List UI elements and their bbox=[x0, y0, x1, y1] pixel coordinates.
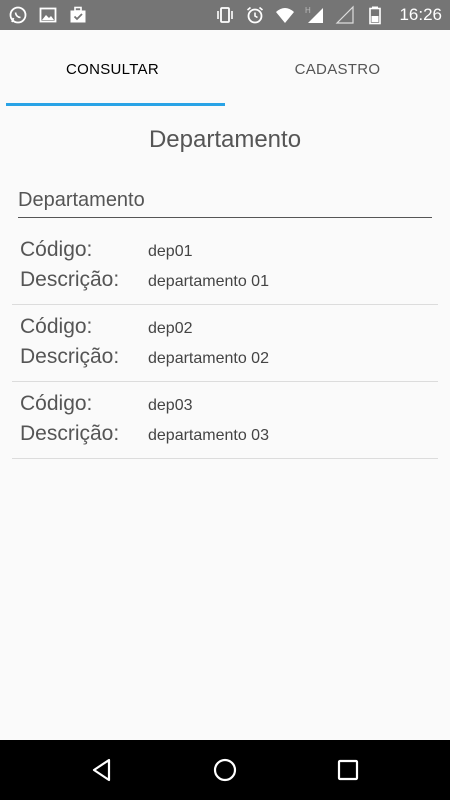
image-icon bbox=[38, 5, 58, 25]
navigation-bar bbox=[0, 740, 450, 800]
app-screen: H 16:26 CONSULTAR CADASTRO Departamento … bbox=[0, 0, 450, 800]
description-row: Descrição: departamento 02 bbox=[20, 345, 269, 369]
wifi-icon bbox=[275, 5, 295, 25]
code-value: dep03 bbox=[148, 397, 193, 414]
code-label: Código: bbox=[20, 238, 93, 261]
description-label: Descrição: bbox=[20, 345, 120, 368]
search-input[interactable] bbox=[18, 184, 432, 218]
home-button[interactable] bbox=[205, 750, 245, 790]
status-bar: H 16:26 bbox=[0, 0, 450, 30]
alarm-icon bbox=[245, 5, 265, 25]
code-row: Código: dep03 bbox=[20, 392, 193, 416]
description-value: departamento 02 bbox=[148, 350, 269, 367]
briefcase-check-icon bbox=[68, 5, 88, 25]
vibrate-icon bbox=[215, 5, 235, 25]
tab-cadastro[interactable]: CADASTRO bbox=[225, 30, 450, 108]
description-value: departamento 01 bbox=[148, 273, 269, 290]
list-item[interactable]: Código: dep01 Descrição: departamento 01 bbox=[12, 228, 438, 305]
tab-consultar-label: CONSULTAR bbox=[66, 60, 159, 78]
code-row: Código: dep01 bbox=[20, 238, 193, 262]
active-tab-indicator bbox=[6, 103, 225, 106]
system-icons: H 16:26 bbox=[215, 5, 442, 25]
code-label: Código: bbox=[20, 392, 93, 415]
description-label: Descrição: bbox=[20, 422, 120, 445]
description-row: Descrição: departamento 03 bbox=[20, 422, 269, 446]
battery-icon bbox=[365, 5, 385, 25]
signal-h-icon: H bbox=[305, 5, 325, 25]
description-row: Descrição: departamento 01 bbox=[20, 268, 269, 292]
list-item[interactable]: Código: dep02 Descrição: departamento 02 bbox=[12, 305, 438, 382]
list-item[interactable]: Código: dep03 Descrição: departamento 03 bbox=[12, 382, 438, 459]
back-button[interactable] bbox=[82, 750, 122, 790]
home-icon bbox=[213, 758, 237, 782]
code-value: dep01 bbox=[148, 243, 193, 260]
code-row: Código: dep02 bbox=[20, 315, 193, 339]
tab-bar: CONSULTAR CADASTRO bbox=[0, 30, 450, 108]
department-list: Código: dep01 Descrição: departamento 01… bbox=[12, 228, 438, 459]
svg-text:H: H bbox=[305, 6, 311, 15]
page-title: Departamento bbox=[148, 126, 302, 153]
code-label: Código: bbox=[20, 315, 93, 338]
notification-icons bbox=[8, 5, 88, 25]
recents-icon bbox=[338, 759, 359, 781]
code-value: dep02 bbox=[148, 320, 193, 337]
recents-button[interactable] bbox=[328, 750, 368, 790]
status-time: 16:26 bbox=[399, 5, 442, 24]
tab-cadastro-label: CADASTRO bbox=[294, 60, 381, 78]
description-label: Descrição: bbox=[20, 268, 120, 291]
tab-consultar[interactable]: CONSULTAR bbox=[0, 30, 225, 108]
whatsapp-icon bbox=[8, 5, 28, 25]
back-icon bbox=[92, 758, 110, 782]
signal-empty-icon bbox=[335, 5, 355, 25]
description-value: departamento 03 bbox=[148, 427, 269, 444]
